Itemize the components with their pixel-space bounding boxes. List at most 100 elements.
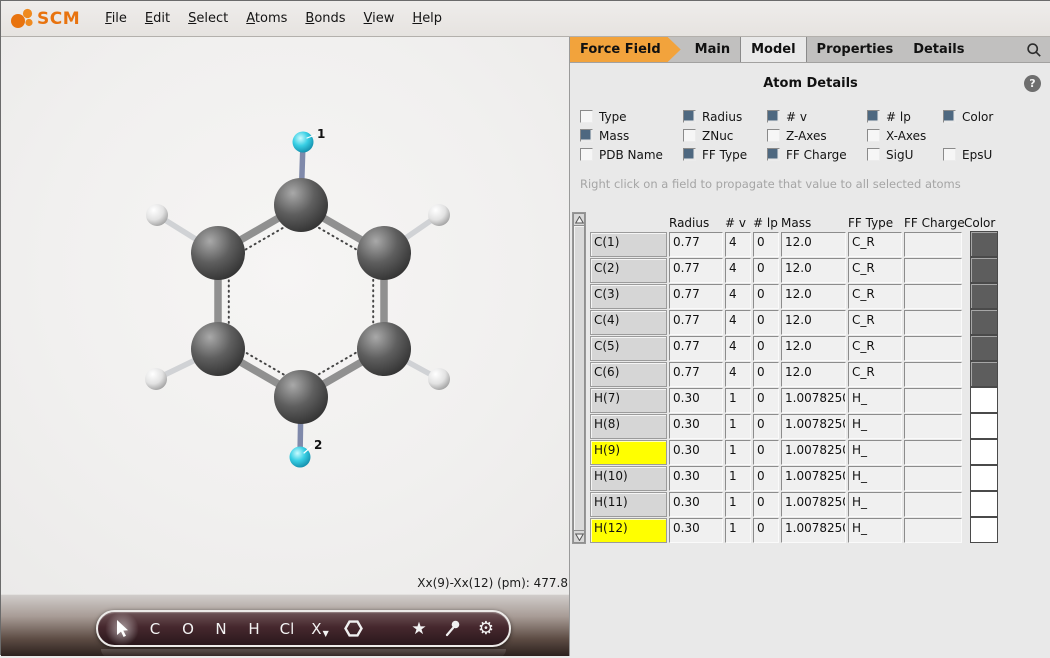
ff-charge-field[interactable]	[904, 492, 962, 517]
ring-tool-button[interactable]	[344, 614, 363, 644]
tab-properties[interactable]: Properties	[807, 37, 904, 62]
atom-name-cell[interactable]: H(11)	[590, 492, 667, 517]
atom-name-cell[interactable]: H(7)	[590, 388, 667, 413]
color-swatch[interactable]	[970, 335, 998, 361]
checkbox-mass[interactable]: Mass	[580, 129, 683, 143]
structure-tool-button[interactable]: ★	[410, 614, 428, 644]
table-scrollbar[interactable]	[572, 212, 586, 544]
atom-H(9)[interactable]	[293, 132, 314, 153]
color-swatch[interactable]	[970, 361, 998, 387]
lone-pair-field[interactable]: 0	[753, 414, 779, 439]
lone-pair-field[interactable]: 0	[753, 232, 779, 257]
valence-field[interactable]: 4	[725, 258, 751, 283]
ff-charge-field[interactable]	[904, 414, 962, 439]
atom-name-cell[interactable]: H(10)	[590, 466, 667, 491]
checkbox-epsu[interactable]: EpsU	[943, 148, 1033, 162]
radius-field[interactable]: 0.30	[669, 388, 723, 413]
ff-type-field[interactable]: C_R	[848, 310, 902, 335]
radius-field[interactable]: 0.30	[669, 414, 723, 439]
radius-field[interactable]: 0.77	[669, 362, 723, 387]
atom-H(11)[interactable]	[428, 368, 450, 390]
color-swatch[interactable]	[970, 413, 998, 439]
element-h-button[interactable]: H	[245, 614, 263, 644]
lone-pair-field[interactable]: 0	[753, 518, 779, 543]
element-cl-button[interactable]: Cl	[278, 614, 296, 644]
lone-pair-field[interactable]: 0	[753, 362, 779, 387]
atom-name-cell[interactable]: C(5)	[590, 336, 667, 361]
tab-model[interactable]: Model	[740, 37, 806, 62]
checkbox-color[interactable]: Color	[943, 110, 1033, 124]
radius-field[interactable]: 0.30	[669, 518, 723, 543]
atom-name-cell[interactable]: C(6)	[590, 362, 667, 387]
scroll-down-arrow[interactable]	[573, 530, 585, 543]
mass-field[interactable]: 12.0	[781, 232, 846, 257]
ff-type-field[interactable]: C_R	[848, 258, 902, 283]
radius-field[interactable]: 0.30	[669, 440, 723, 465]
element-n-button[interactable]: N	[212, 614, 230, 644]
lone-pair-field[interactable]: 0	[753, 466, 779, 491]
color-swatch[interactable]	[970, 439, 998, 465]
menu-item-bonds[interactable]: Bonds	[296, 7, 354, 30]
atom-H(10)[interactable]	[145, 368, 167, 390]
checkbox-ff-charge[interactable]: FF Charge	[767, 148, 867, 162]
atom-C(4)[interactable]	[274, 370, 328, 424]
atom-name-cell[interactable]: C(4)	[590, 310, 667, 335]
mass-field[interactable]: 1.00782503	[781, 388, 846, 413]
valence-field[interactable]: 1	[725, 414, 751, 439]
tab-main[interactable]: Main	[685, 37, 740, 62]
ff-charge-field[interactable]	[904, 284, 962, 309]
tab-force-field[interactable]: Force Field	[570, 37, 681, 62]
valence-field[interactable]: 4	[725, 336, 751, 361]
atom-H(8)[interactable]	[428, 204, 450, 226]
radius-field[interactable]: 0.77	[669, 310, 723, 335]
mass-field[interactable]: 1.00782503	[781, 440, 846, 465]
atom-name-cell[interactable]: H(9)	[590, 440, 667, 465]
lone-pair-field[interactable]: 0	[753, 284, 779, 309]
ff-type-field[interactable]: C_R	[848, 362, 902, 387]
atom-C(5)[interactable]	[191, 322, 245, 376]
valence-field[interactable]: 1	[725, 466, 751, 491]
checkbox-z-axes[interactable]: Z-Axes	[767, 129, 867, 143]
ff-type-field[interactable]: H_	[848, 492, 902, 517]
radius-field[interactable]: 0.77	[669, 336, 723, 361]
radius-field[interactable]: 0.77	[669, 258, 723, 283]
menu-item-file[interactable]: File	[96, 7, 136, 30]
ff-charge-field[interactable]	[904, 466, 962, 491]
mass-field[interactable]: 12.0	[781, 258, 846, 283]
color-swatch[interactable]	[970, 491, 998, 517]
lone-pair-field[interactable]: 0	[753, 258, 779, 283]
atom-H(7)[interactable]	[146, 204, 168, 226]
mass-field[interactable]: 12.0	[781, 336, 846, 361]
ff-charge-field[interactable]	[904, 388, 962, 413]
settings-tool-button[interactable]: ⚙	[477, 614, 495, 644]
element-picker-button[interactable]: X▼	[311, 614, 329, 644]
atom-name-cell[interactable]: H(8)	[590, 414, 667, 439]
lone-pair-field[interactable]: 0	[753, 492, 779, 517]
molecule-canvas[interactable]: 12	[1, 37, 569, 594]
color-swatch[interactable]	[970, 309, 998, 335]
molecule-viewport[interactable]: 12 Xx(9)-Xx(12) (pm): 477.8	[1, 37, 569, 594]
checkbox-radius[interactable]: Radius	[683, 110, 767, 124]
atom-name-cell[interactable]: C(2)	[590, 258, 667, 283]
atom-C(2)[interactable]	[357, 226, 411, 280]
checkbox-lp[interactable]: # lp	[867, 110, 943, 124]
tab-details[interactable]: Details	[903, 37, 974, 62]
atom-name-cell[interactable]: C(1)	[590, 232, 667, 257]
valence-field[interactable]: 1	[725, 388, 751, 413]
valence-field[interactable]: 4	[725, 310, 751, 335]
ff-type-field[interactable]: H_	[848, 466, 902, 491]
atom-C(3)[interactable]	[357, 322, 411, 376]
checkbox-sigu[interactable]: SigU	[867, 148, 943, 162]
valence-field[interactable]: 1	[725, 518, 751, 543]
lone-pair-field[interactable]: 0	[753, 310, 779, 335]
menu-item-select[interactable]: Select	[179, 7, 237, 30]
color-swatch[interactable]	[970, 465, 998, 491]
radius-field[interactable]: 0.77	[669, 284, 723, 309]
search-button[interactable]	[1017, 37, 1050, 62]
menu-item-atoms[interactable]: Atoms	[237, 7, 296, 30]
measure-tool-button[interactable]	[443, 614, 462, 644]
ff-charge-field[interactable]	[904, 440, 962, 465]
ff-charge-field[interactable]	[904, 362, 962, 387]
valence-field[interactable]: 1	[725, 492, 751, 517]
checkbox-type[interactable]: Type	[580, 110, 683, 124]
